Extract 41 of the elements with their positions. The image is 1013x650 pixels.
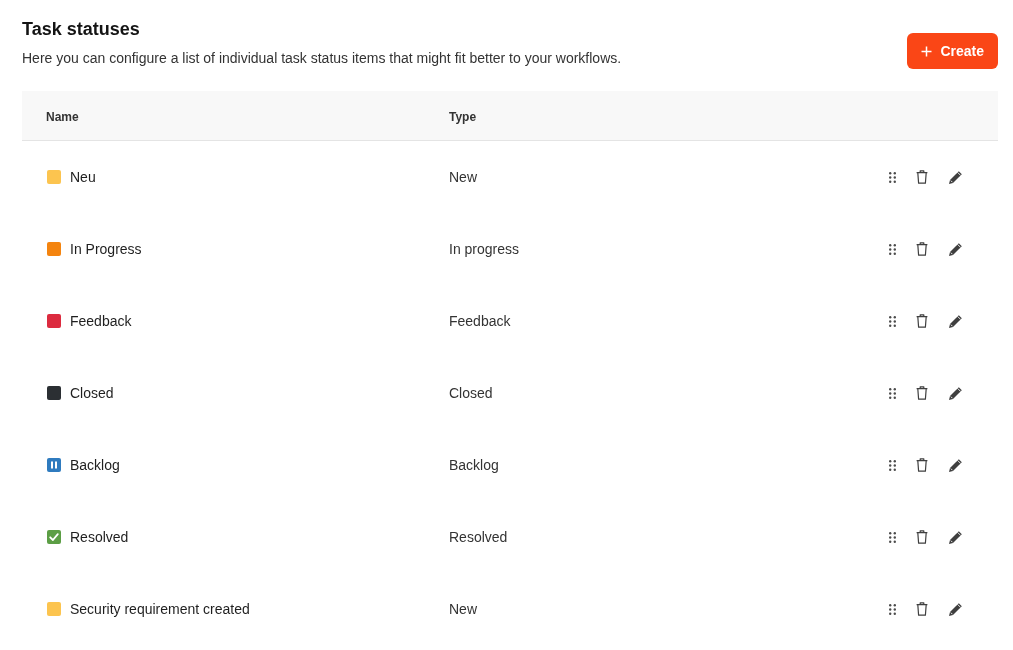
drag-handle-icon[interactable] [889, 315, 896, 327]
status-type: Resolved [449, 529, 508, 545]
drag-handle-icon[interactable] [889, 387, 896, 399]
drag-handle-icon[interactable] [889, 531, 896, 543]
trash-icon[interactable] [916, 602, 928, 616]
pencil-icon[interactable] [948, 529, 963, 545]
page-title: Task statuses [22, 18, 141, 41]
drag-handle-icon[interactable] [889, 603, 896, 615]
pencil-icon[interactable] [948, 241, 963, 257]
drag-handle-icon[interactable] [889, 171, 896, 183]
column-header: Name [46, 109, 79, 124]
status-name: Backlog [70, 455, 120, 475]
status-type: New [449, 601, 477, 617]
trash-icon[interactable] [916, 458, 928, 472]
status-name: Neu [70, 167, 96, 187]
column-header: Type [449, 109, 477, 124]
pencil-icon[interactable] [948, 385, 963, 401]
status-type: New [449, 169, 477, 185]
status-name: Resolved [70, 527, 129, 547]
drag-handle-icon[interactable] [889, 243, 896, 255]
pencil-icon[interactable] [948, 457, 963, 473]
status-type: Backlog [449, 457, 499, 473]
status-type: In progress [449, 241, 520, 257]
pencil-icon[interactable] [948, 169, 963, 185]
trash-icon[interactable] [916, 314, 928, 328]
status-type: Feedback [449, 313, 511, 329]
status-name: Closed [70, 383, 114, 403]
status-name: Feedback [70, 311, 132, 331]
trash-icon[interactable] [916, 242, 928, 256]
pencil-icon[interactable] [948, 313, 963, 329]
trash-icon[interactable] [916, 530, 928, 544]
status-name: Security requirement created [70, 599, 250, 619]
create-button[interactable]: Create [907, 33, 998, 69]
status-name: In Progress [70, 239, 142, 259]
trash-icon[interactable] [916, 386, 928, 400]
page-description: Here you can configure a list of individual task status items that might fit better to your workflows. [22, 49, 622, 67]
trash-icon[interactable] [916, 170, 928, 184]
plus-icon [921, 45, 933, 57]
drag-handle-icon[interactable] [889, 459, 896, 471]
status-type: Closed [449, 385, 493, 401]
pencil-icon[interactable] [948, 601, 963, 617]
